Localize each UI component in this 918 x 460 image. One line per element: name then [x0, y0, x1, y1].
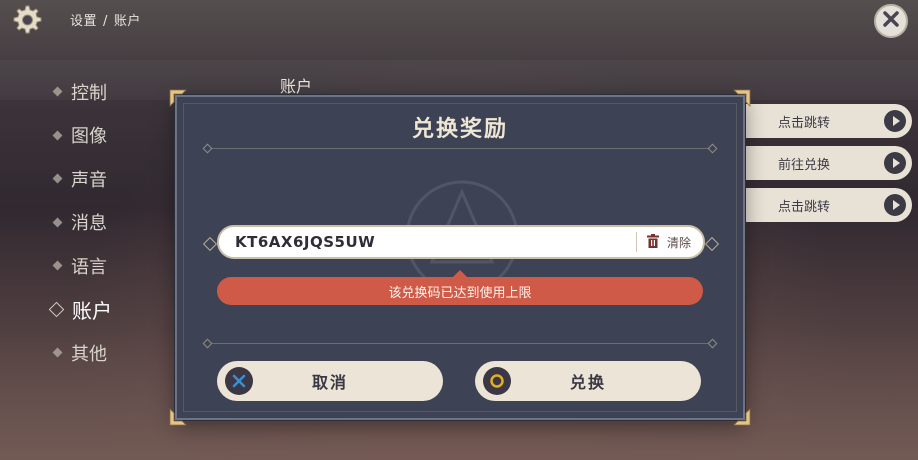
- corner-ornament-icon: [733, 89, 751, 107]
- diamond-bullet-icon: [48, 301, 65, 318]
- nav-item-label: 图像: [71, 126, 107, 148]
- cross-button-icon: [225, 367, 253, 395]
- corner-ornament-icon: [169, 408, 187, 426]
- nav-item-control[interactable]: 控制: [48, 70, 178, 114]
- nav-item-label: 账户: [72, 298, 112, 323]
- redeem-code-field: 清除: [217, 225, 705, 259]
- redeem-button-label: 兑换: [569, 373, 606, 392]
- top-bar: 设置 / 账户: [0, 0, 918, 40]
- close-button[interactable]: [874, 4, 908, 38]
- play-arrow-icon: [884, 194, 906, 216]
- error-message-text: 该兑换码已达到使用上限: [388, 285, 532, 301]
- redeem-button[interactable]: 兑换: [475, 361, 701, 401]
- cancel-button-label: 取消: [311, 373, 348, 392]
- divider: [202, 143, 718, 154]
- nav-item-sound[interactable]: 声音: [48, 157, 178, 201]
- close-icon: [882, 10, 900, 32]
- side-button-jump-2[interactable]: 点击跳转: [742, 188, 912, 222]
- breadcrumb-separator: /: [103, 14, 108, 29]
- error-message: 该兑换码已达到使用上限: [217, 270, 703, 305]
- circle-button-icon: [483, 367, 511, 395]
- divider: [202, 338, 718, 349]
- cancel-button[interactable]: 取消: [217, 361, 443, 401]
- side-button-label: 点击跳转: [778, 115, 831, 131]
- error-pointer: [453, 270, 467, 277]
- nav-item-label: 消息: [71, 213, 107, 235]
- side-button-label: 前往兑换: [778, 157, 831, 173]
- divider-line: [207, 148, 713, 149]
- nav-item-other[interactable]: 其他: [48, 331, 178, 375]
- redeem-dialog: 兑换奖励 清除 该兑换码已达到使用上限: [169, 89, 751, 426]
- settings-nav: 控制 图像 声音 消息 语言 账户 其他: [48, 70, 178, 375]
- diamond-bullet-icon: [52, 260, 63, 271]
- play-arrow-icon: [884, 152, 906, 174]
- nav-item-account[interactable]: 账户: [48, 288, 178, 332]
- gear-icon: [6, 2, 46, 38]
- side-button-label: 点击跳转: [778, 199, 831, 215]
- diamond-bullet-icon: [52, 86, 63, 97]
- nav-item-label: 语言: [71, 256, 107, 278]
- side-button-jump-1[interactable]: 点击跳转: [742, 104, 912, 138]
- breadcrumb: 设置 / 账户: [70, 10, 141, 29]
- diamond-bullet-icon: [52, 173, 63, 184]
- diamond-bullet-icon: [52, 130, 63, 141]
- clear-button[interactable]: 清除: [635, 232, 703, 252]
- corner-ornament-icon: [169, 89, 187, 107]
- breadcrumb-current: 账户: [113, 14, 141, 29]
- redeem-code-input[interactable]: [235, 233, 636, 251]
- nav-item-messages[interactable]: 消息: [48, 201, 178, 245]
- clear-button-label: 清除: [666, 235, 691, 250]
- corner-ornament-icon: [733, 408, 751, 426]
- nav-item-language[interactable]: 语言: [48, 244, 178, 288]
- side-button-redeem[interactable]: 前往兑换: [742, 146, 912, 180]
- divider-line: [207, 343, 713, 344]
- nav-item-label: 控制: [71, 82, 107, 104]
- nav-item-graphics[interactable]: 图像: [48, 114, 178, 158]
- section-title: 账户: [280, 77, 313, 96]
- diamond-bullet-icon: [52, 217, 63, 228]
- nav-item-label: 声音: [71, 169, 107, 191]
- trash-icon: [646, 233, 659, 251]
- nav-item-label: 其他: [71, 343, 107, 365]
- diamond-bullet-icon: [52, 347, 63, 358]
- dialog-title: 兑换奖励: [411, 117, 508, 142]
- play-arrow-icon: [884, 110, 906, 132]
- breadcrumb-root[interactable]: 设置: [70, 14, 97, 29]
